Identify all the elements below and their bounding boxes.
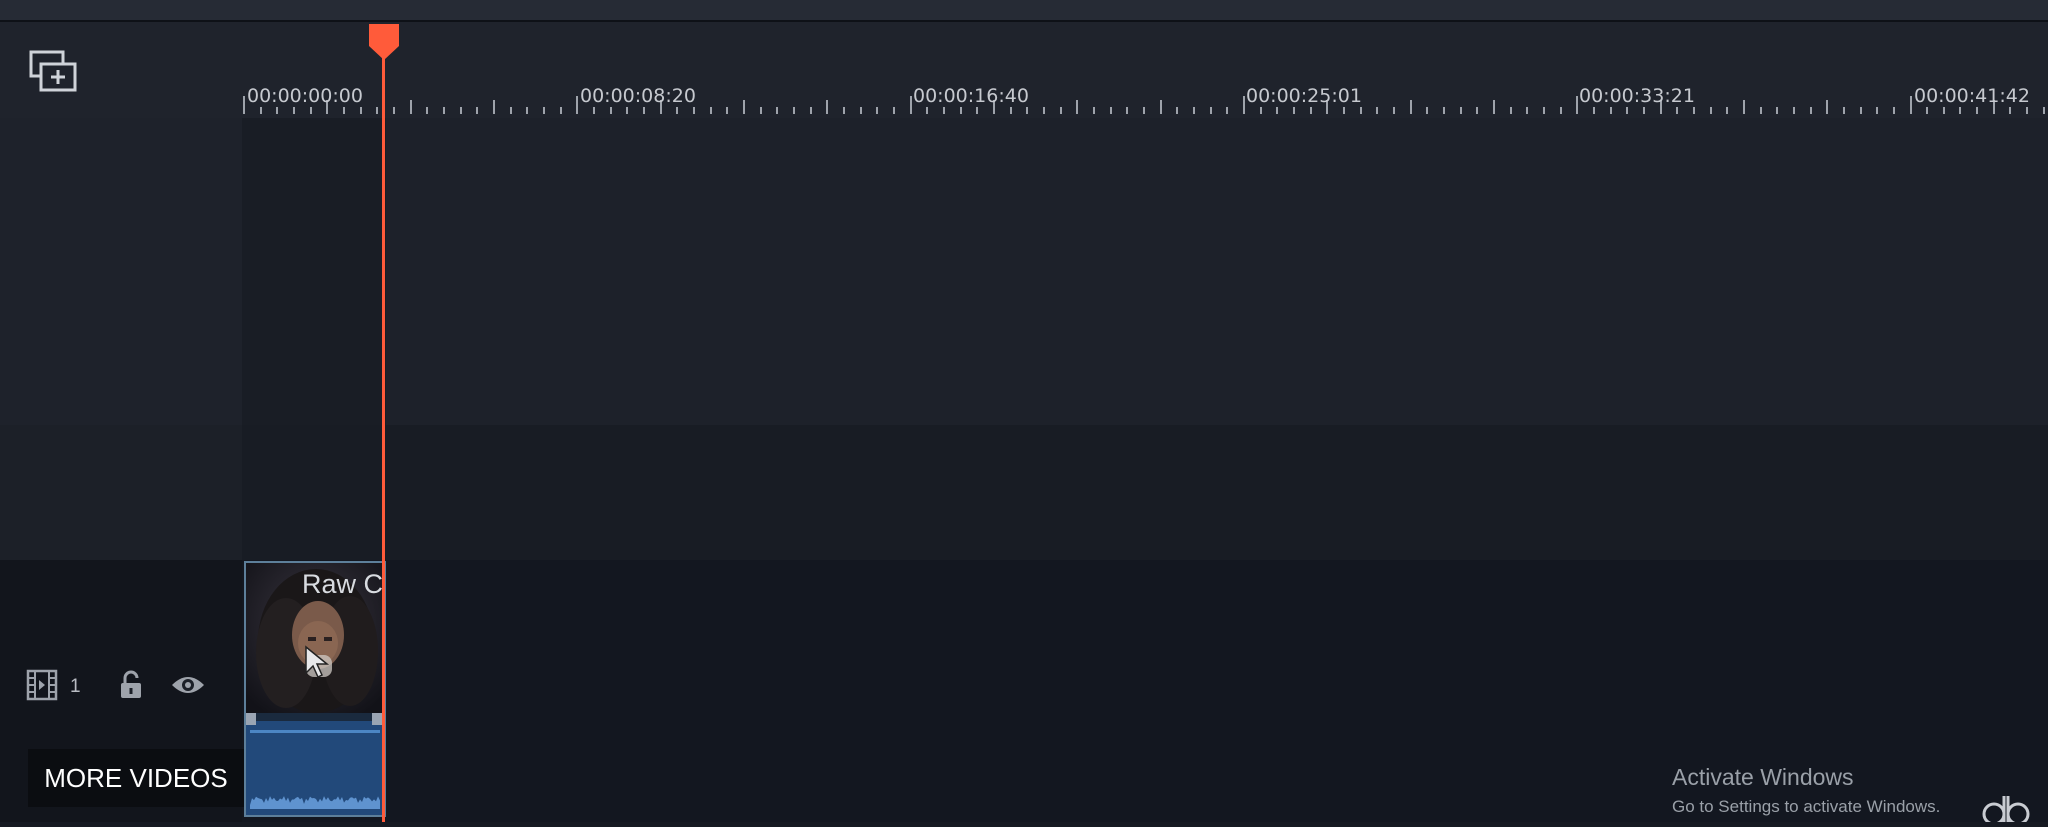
- ruler-label-3: 00:00:25:01: [1246, 85, 1362, 107]
- clip-volume-line[interactable]: [250, 730, 380, 733]
- time-ruler[interactable]: 00:00:00:00 00:00:08:20 00:00:16:40 00:0…: [242, 22, 2048, 118]
- timeline-track-empty-upper-start: [242, 118, 386, 425]
- clip-thumbnail: Raw C: [246, 563, 384, 713]
- activate-windows-subtitle: Go to Settings to activate Windows.: [1672, 797, 1941, 816]
- timeline-track-empty-upper[interactable]: [242, 118, 2048, 425]
- activate-windows-notice: Activate Windows Go to Settings to activ…: [1672, 764, 1940, 817]
- clip-trim-handle-right[interactable]: [372, 713, 382, 725]
- track-header-empty-upper: [0, 118, 242, 425]
- clip-audio-waveform: [246, 721, 384, 815]
- ruler-label-4: 00:00:33:21: [1579, 85, 1695, 107]
- track-number: 1: [70, 676, 81, 697]
- top-strip: [0, 0, 2048, 22]
- more-videos-button[interactable]: MORE VIDEOS: [28, 749, 244, 807]
- unlock-icon[interactable]: [118, 670, 144, 705]
- eye-icon[interactable]: [170, 673, 206, 702]
- ruler-label-1: 00:00:08:20: [580, 85, 696, 107]
- video-clip[interactable]: Raw C: [244, 561, 386, 817]
- activate-windows-title: Activate Windows: [1672, 764, 1854, 790]
- ruler-label-5: 00:00:41:42: [1914, 85, 2030, 107]
- track-header-empty-mid: [0, 425, 242, 560]
- mouse-cursor-icon: [305, 645, 330, 679]
- ruler-label-2: 00:00:16:40: [913, 85, 1029, 107]
- film-strip-icon: [26, 669, 58, 706]
- add-track-icon[interactable]: [29, 50, 79, 94]
- ruler-label-0: 00:00:00:00: [247, 85, 363, 107]
- clip-trim-handle-left[interactable]: [246, 713, 256, 725]
- playhead-handle[interactable]: [367, 22, 401, 67]
- clip-title: Raw C: [302, 569, 384, 599]
- playhead-line[interactable]: [382, 40, 385, 822]
- timeline-track-empty-mid[interactable]: [242, 425, 2048, 560]
